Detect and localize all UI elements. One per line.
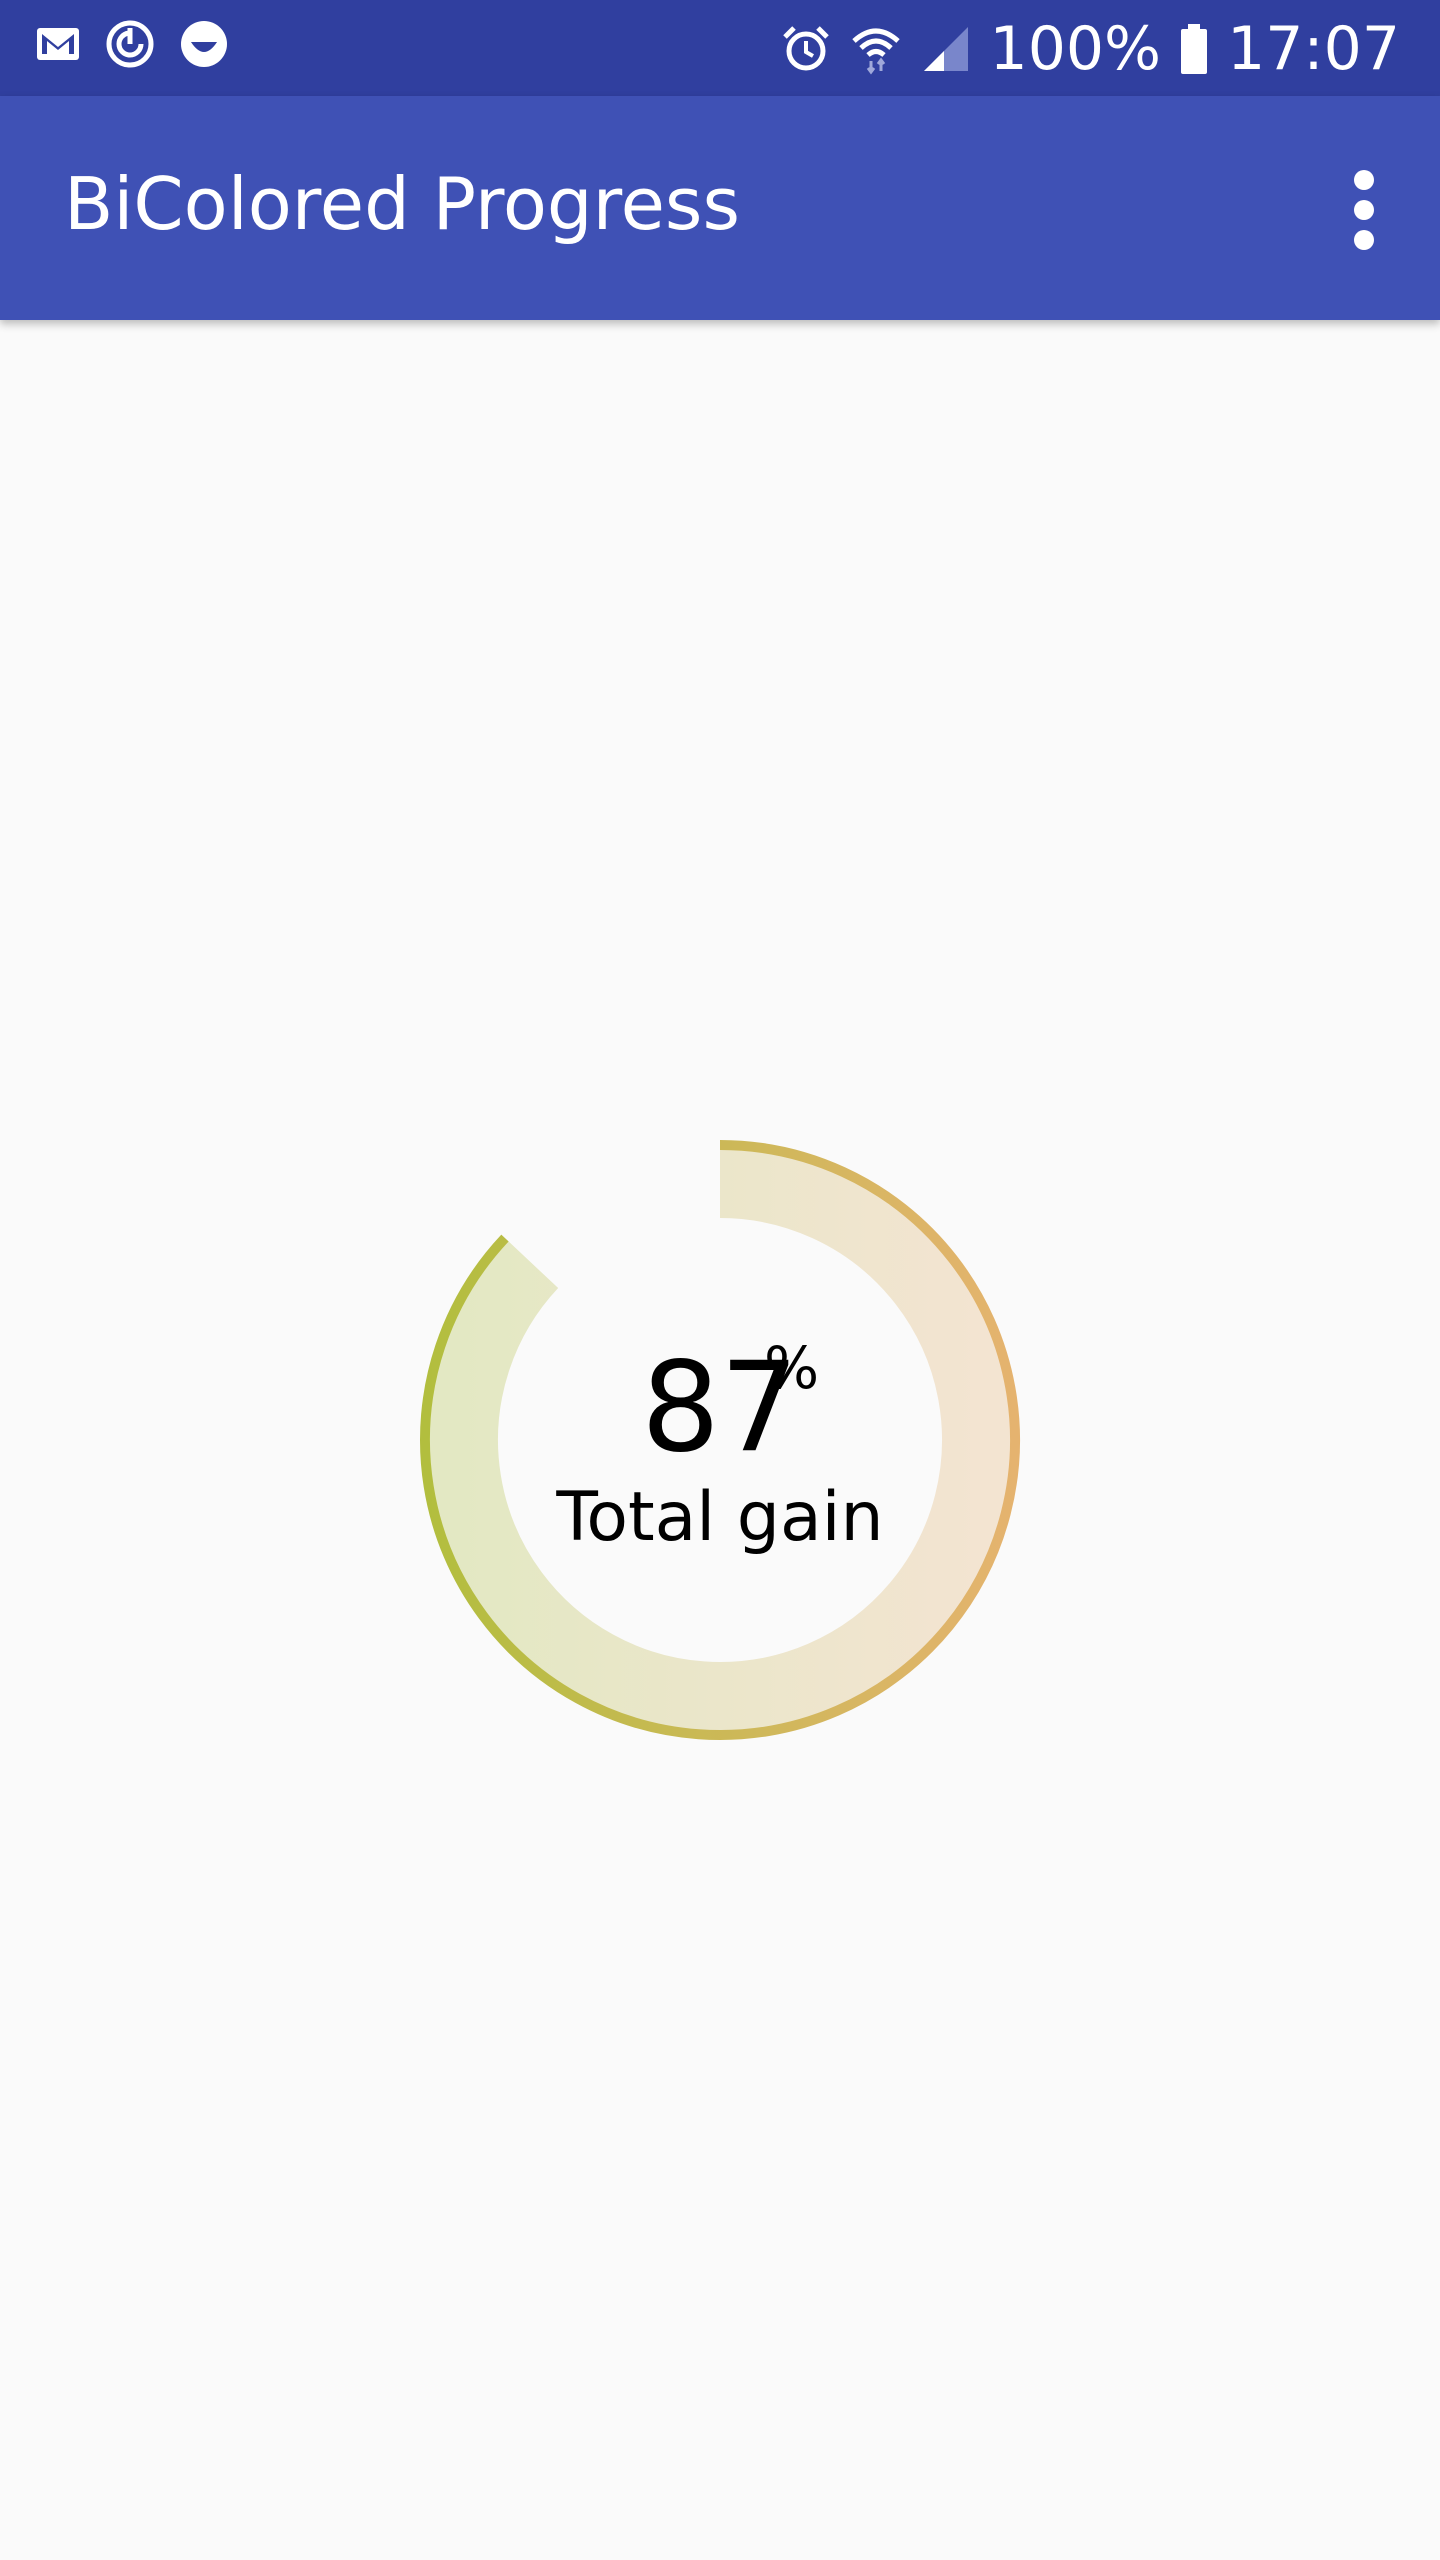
- notification-icons: [34, 18, 230, 70]
- battery-icon: [1179, 22, 1209, 76]
- system-status: 100% 17:07: [780, 14, 1400, 84]
- battery-percent: 100%: [989, 14, 1162, 84]
- more-vert-icon[interactable]: [1344, 170, 1384, 250]
- app-bar: BiColored Progress: [0, 96, 1440, 320]
- clock: 17:07: [1227, 14, 1400, 84]
- alarm-icon: [780, 23, 832, 75]
- wifi-icon: [850, 23, 902, 75]
- progress-label: Total gain: [556, 1478, 884, 1557]
- signal-icon: [920, 23, 972, 75]
- app-title: BiColored Progress: [64, 162, 740, 246]
- gmail-icon: [34, 20, 82, 68]
- sync-icon: [104, 18, 156, 70]
- progress-value: 87: [641, 1336, 799, 1480]
- status-bar: 100% 17:07: [0, 0, 1440, 96]
- bicolored-progress: 87 % Total gain: [416, 1136, 1024, 1744]
- percent-unit: %: [764, 1334, 820, 1402]
- face-icon: [178, 18, 230, 70]
- progress-center: 87 % Total gain: [416, 1136, 1024, 1744]
